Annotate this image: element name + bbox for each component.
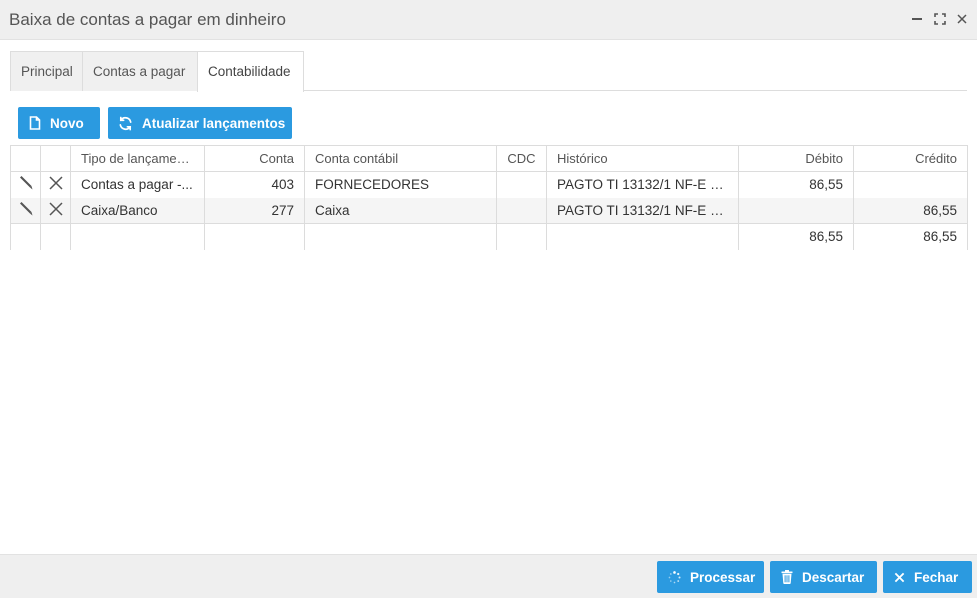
cell-ledger-account: Caixa [304, 197, 497, 224]
table-header-row: Tipo de lançamento Conta Conta contábil … [10, 145, 968, 172]
trash-icon [781, 570, 793, 584]
edit-column-header [10, 145, 41, 172]
spinner-icon [668, 570, 681, 584]
maximize-icon[interactable] [933, 12, 947, 26]
close-icon [894, 572, 905, 583]
pencil-icon[interactable] [18, 175, 34, 191]
edit-cell [10, 171, 41, 198]
cell-type: Caixa/Banco [70, 197, 205, 224]
delete-cell [40, 171, 71, 198]
totals-row: 86,55 86,55 [10, 223, 968, 250]
close-icon[interactable] [48, 201, 64, 217]
column-header-history[interactable]: Histórico [546, 145, 739, 172]
discard-button[interactable]: Descartar [770, 561, 877, 593]
cell-credit [853, 171, 968, 198]
delete-column-header [40, 145, 71, 172]
document-icon [29, 116, 41, 130]
edit-cell [10, 197, 41, 224]
empty-cell [204, 223, 305, 250]
cell-debit [738, 197, 854, 224]
refresh-entries-label: Atualizar lançamentos [142, 115, 286, 131]
window-title: Baixa de contas a pagar em dinheiro [9, 10, 286, 29]
close-icon[interactable] [48, 175, 64, 191]
empty-cell [546, 223, 739, 250]
cell-history: PAGTO TI 13132/1 NF-E E... [546, 171, 739, 198]
column-header-type[interactable]: Tipo de lançamento [70, 145, 205, 172]
close-button[interactable]: Fechar [883, 561, 972, 593]
new-button-label: Novo [50, 115, 84, 131]
tab-contas-a-pagar[interactable]: Contas a pagar [82, 51, 198, 91]
column-header-cdc[interactable]: CDC [496, 145, 547, 172]
minimize-icon[interactable] [910, 12, 924, 26]
cell-account: 277 [204, 197, 305, 224]
cell-account: 403 [204, 171, 305, 198]
delete-cell [40, 197, 71, 224]
accounting-entries-table: Tipo de lançamento Conta Conta contábil … [10, 145, 968, 250]
total-debit: 86,55 [738, 223, 854, 250]
empty-cell [40, 223, 71, 250]
process-button[interactable]: Processar [657, 561, 764, 593]
discard-button-label: Descartar [802, 569, 865, 585]
refresh-entries-button[interactable]: Atualizar lançamentos [108, 107, 292, 139]
tab-bar: Principal Contas a pagar Contabilidade [10, 51, 967, 92]
table-row[interactable]: Caixa/Banco 277 Caixa PAGTO TI 13132/1 N… [10, 197, 968, 224]
empty-cell [304, 223, 497, 250]
empty-cell [496, 223, 547, 250]
table-row[interactable]: Contas a pagar -... 403 FORNECEDORES PAG… [10, 171, 968, 198]
empty-cell [10, 223, 41, 250]
pencil-icon[interactable] [18, 201, 34, 217]
column-header-account[interactable]: Conta [204, 145, 305, 172]
total-credit: 86,55 [853, 223, 968, 250]
new-button[interactable]: Novo [18, 107, 100, 139]
cell-history: PAGTO TI 13132/1 NF-E E... [546, 197, 739, 224]
cell-type: Contas a pagar -... [70, 171, 205, 198]
cell-ledger-account: FORNECEDORES [304, 171, 497, 198]
cell-cdc [496, 171, 547, 198]
column-header-ledger-account[interactable]: Conta contábil [304, 145, 497, 172]
tab-contabilidade[interactable]: Contabilidade [197, 51, 304, 92]
cell-cdc [496, 197, 547, 224]
cell-credit: 86,55 [853, 197, 968, 224]
refresh-icon [118, 116, 133, 131]
window-titlebar: Baixa de contas a pagar em dinheiro [0, 0, 977, 40]
column-header-debit[interactable]: Débito [738, 145, 854, 172]
cell-debit: 86,55 [738, 171, 854, 198]
close-button-label: Fechar [914, 569, 959, 585]
tab-principal[interactable]: Principal [10, 51, 83, 91]
process-button-label: Processar [690, 569, 756, 585]
close-icon[interactable] [955, 12, 969, 26]
empty-cell [70, 223, 205, 250]
column-header-credit[interactable]: Crédito [853, 145, 968, 172]
